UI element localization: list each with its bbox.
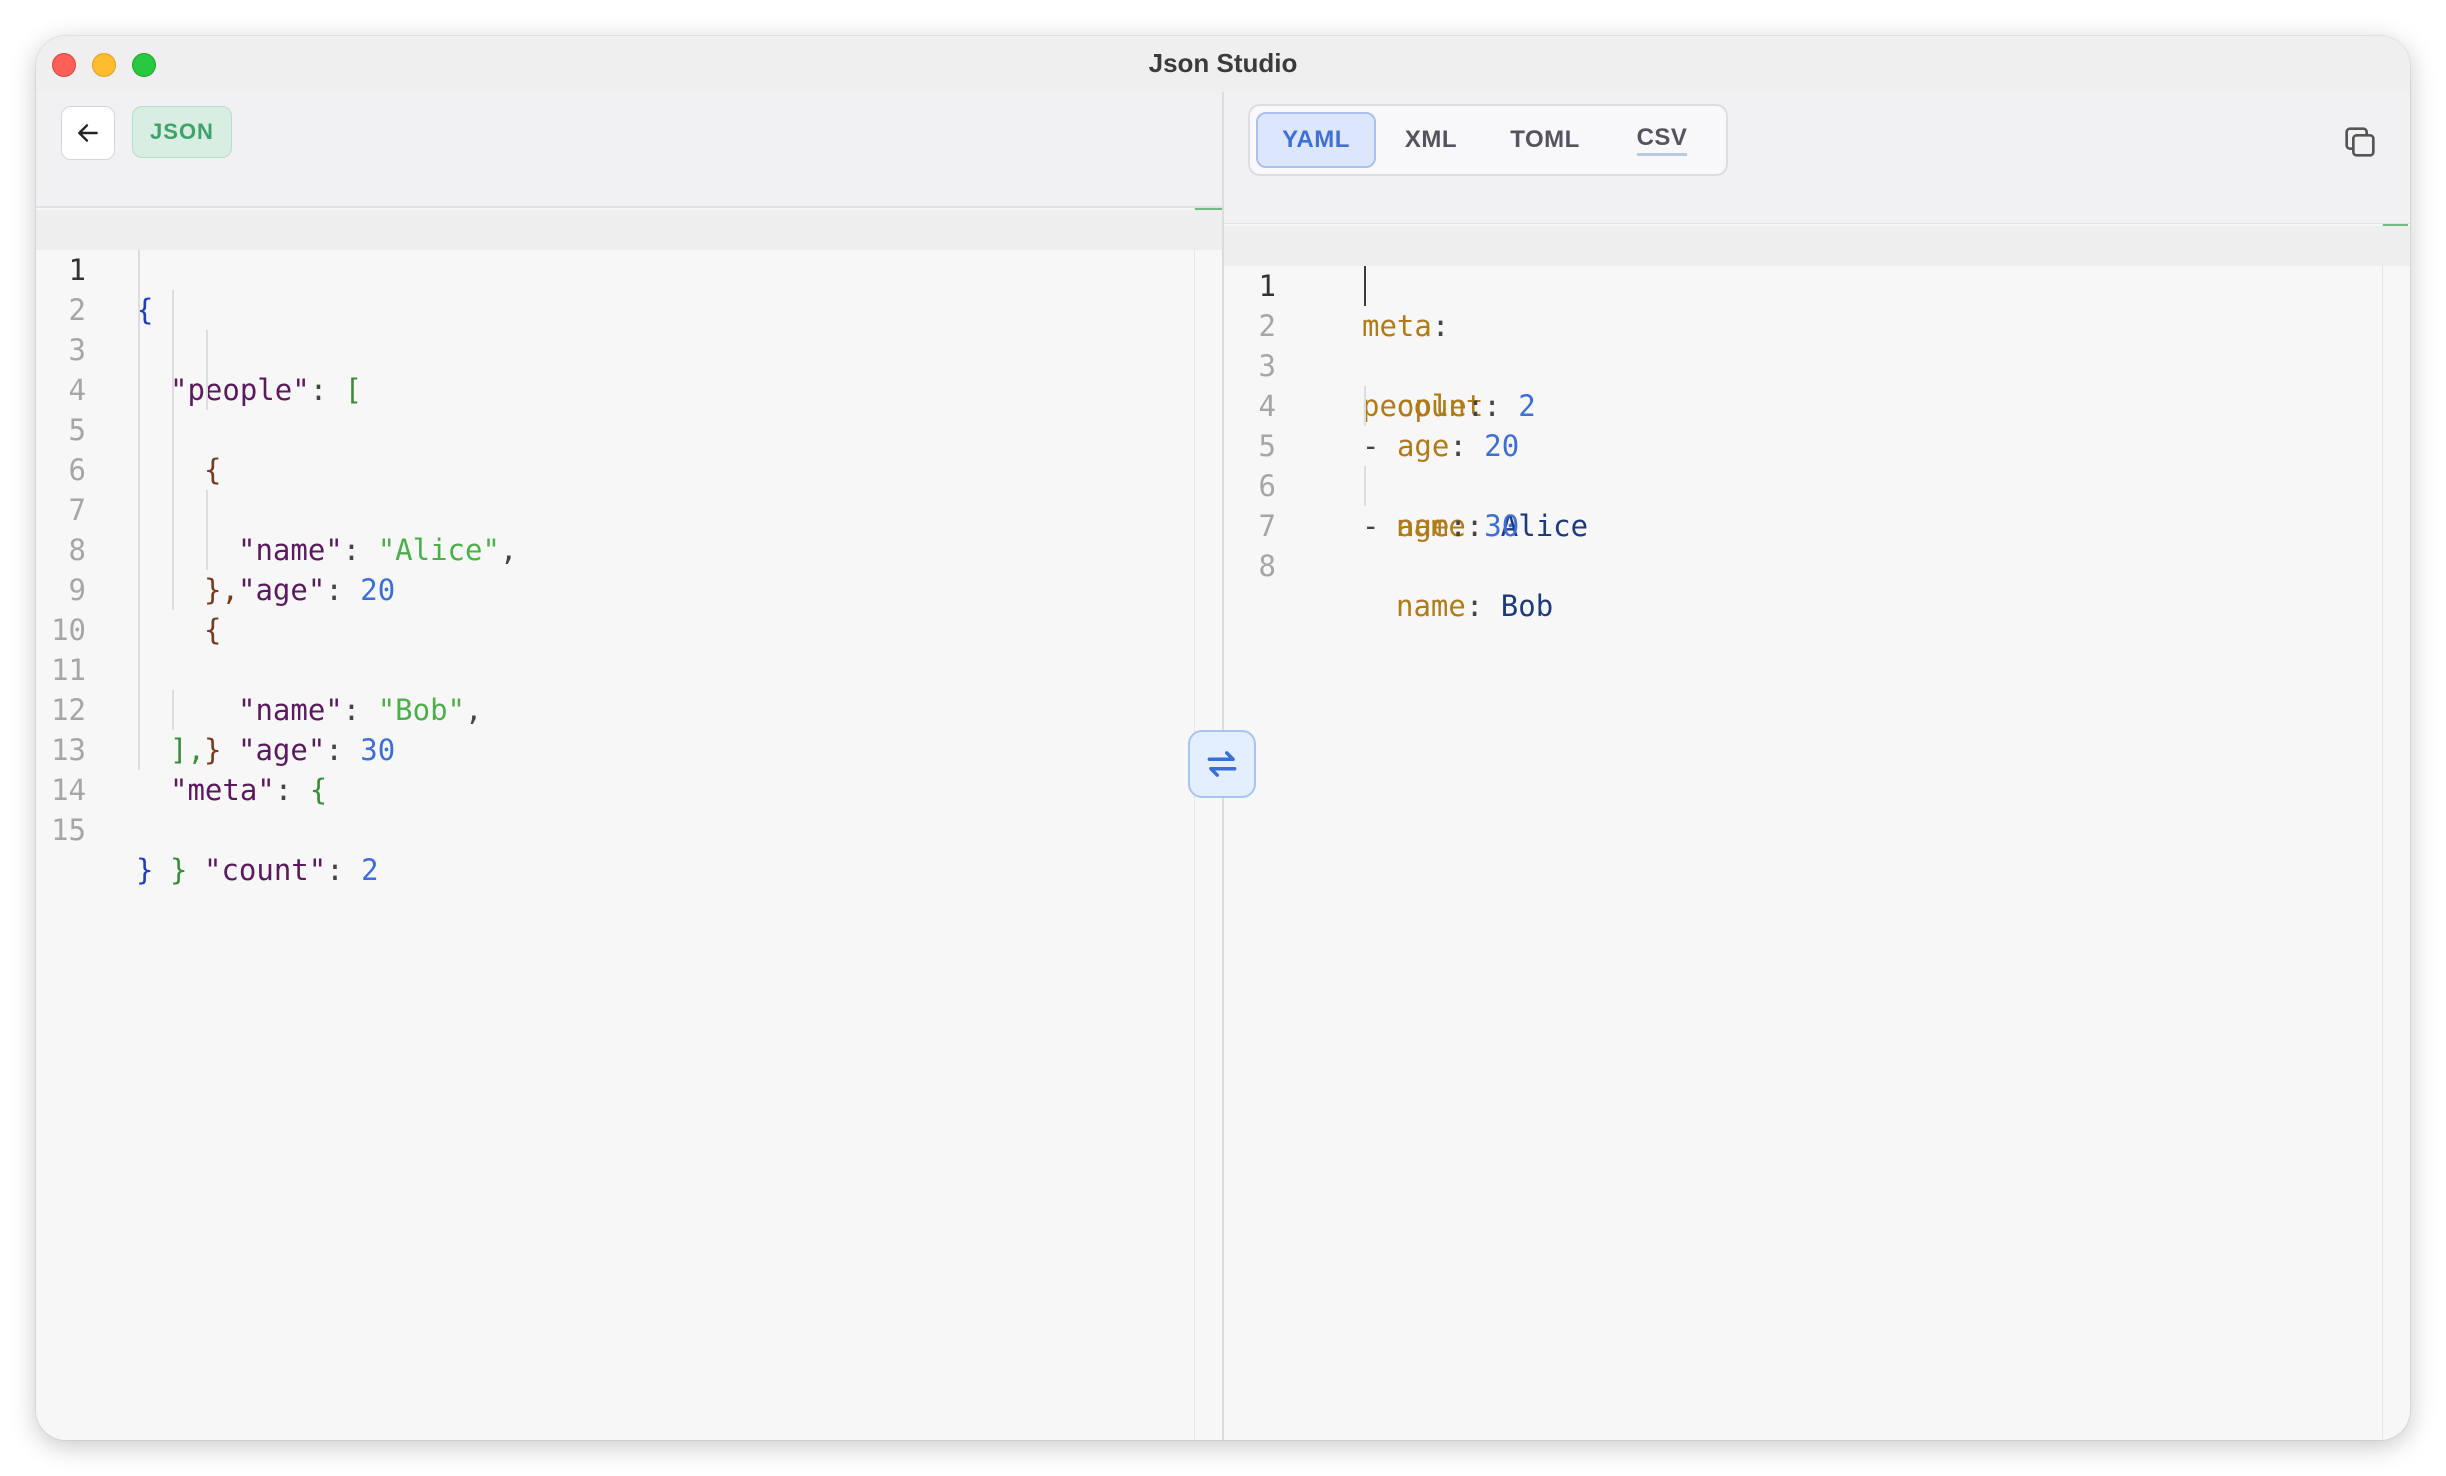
indent-guide bbox=[172, 450, 174, 490]
code-line: 13 "count": 2 bbox=[36, 690, 1222, 887]
indent-guide bbox=[172, 690, 174, 730]
indent-guide bbox=[138, 370, 140, 410]
indent-guide bbox=[138, 610, 140, 650]
back-button[interactable] bbox=[61, 106, 115, 160]
yaml-output-viewer[interactable]: 1 meta: 2 count: 2 3 people: 4 - age: 20… bbox=[1224, 226, 2410, 623]
code-line: 8 bbox=[1224, 506, 2410, 583]
title-bar: Json Studio bbox=[36, 36, 2410, 92]
swap-button[interactable] bbox=[1188, 730, 1256, 798]
code-line: 1 meta: bbox=[1224, 226, 2410, 343]
code-line: 2 "people": [ bbox=[36, 250, 1222, 407]
indent-guide bbox=[206, 370, 208, 410]
indent-guide bbox=[138, 290, 140, 330]
copy-icon bbox=[2345, 127, 2375, 157]
code-line: 4 "name": "Alice", bbox=[36, 330, 1222, 567]
tab-csv-label: CSV bbox=[1636, 124, 1688, 156]
arrow-left-icon bbox=[78, 124, 98, 142]
tab-csv[interactable]: CSV bbox=[1606, 112, 1718, 168]
indent-guide bbox=[138, 650, 140, 690]
tab-yaml[interactable]: YAML bbox=[1256, 112, 1376, 168]
indent-guide bbox=[172, 570, 174, 610]
output-toolbar: YAML XML TOML CSV bbox=[1224, 92, 2410, 224]
indent-guide bbox=[172, 410, 174, 450]
code-line: 7 name: Bob bbox=[1224, 466, 2410, 623]
indent-guide bbox=[172, 330, 174, 370]
indent-guide bbox=[138, 250, 140, 290]
indent-guide bbox=[206, 330, 208, 370]
code-line: 1 { bbox=[36, 210, 1222, 327]
indent-guide bbox=[138, 570, 140, 610]
indent-guide bbox=[206, 490, 208, 530]
code-line: 14 } bbox=[36, 730, 1222, 887]
indent-guide bbox=[138, 450, 140, 490]
swap-arrows-icon bbox=[1207, 751, 1237, 777]
indent-guide bbox=[138, 730, 140, 770]
indent-guide bbox=[172, 290, 174, 330]
format-tabs: YAML XML TOML CSV bbox=[1248, 104, 1728, 176]
indent-guide bbox=[1364, 266, 1366, 306]
json-language-badge[interactable]: JSON bbox=[132, 106, 232, 158]
indent-guide bbox=[172, 530, 174, 570]
code-line: 6 }, bbox=[36, 410, 1222, 607]
indent-guide bbox=[138, 410, 140, 450]
code-line: 5 "age": 20 bbox=[36, 370, 1222, 607]
indent-guide bbox=[1364, 386, 1366, 426]
indent-guide bbox=[172, 490, 174, 530]
tab-xml[interactable]: XML bbox=[1378, 112, 1484, 168]
code-line: 9 "age": 30 bbox=[36, 530, 1222, 767]
code-line: 8 "name": "Bob", bbox=[36, 490, 1222, 727]
code-line: 12 "meta": { bbox=[36, 650, 1222, 807]
code-line: 7 { bbox=[36, 450, 1222, 647]
indent-guide bbox=[206, 530, 208, 570]
code-line: 2 count: 2 bbox=[1224, 266, 2410, 423]
indent-guide bbox=[138, 330, 140, 370]
token: name bbox=[1396, 589, 1466, 623]
token: 2 bbox=[361, 853, 379, 887]
code-line: 5 name: Alice bbox=[1224, 386, 2410, 543]
line-number: 15 bbox=[51, 813, 86, 847]
indent-guide bbox=[138, 690, 140, 730]
code-line: 15 } bbox=[36, 770, 1222, 887]
indent-guide bbox=[172, 370, 174, 410]
token: } bbox=[136, 853, 154, 887]
code-line: 3 people: bbox=[1224, 306, 2410, 423]
token: "count" bbox=[204, 853, 327, 887]
indent-guide bbox=[138, 490, 140, 530]
editor-toolbar: JSON bbox=[36, 92, 1222, 208]
indent-guide bbox=[138, 530, 140, 570]
code-line: 4 - age: 20 bbox=[1224, 346, 2410, 463]
app-window: Json Studio JSON 1 { 2 "people": [3 {4… bbox=[36, 36, 2410, 1440]
line-number: 8 bbox=[1258, 549, 1276, 583]
output-pane: YAML XML TOML CSV 1 meta: 2 count: 2 3 p… bbox=[1224, 92, 2410, 1440]
window-title: Json Studio bbox=[1148, 48, 1298, 78]
code-line: 3 { bbox=[36, 290, 1222, 487]
code-line: 11 ], bbox=[36, 610, 1222, 767]
tab-toml[interactable]: TOML bbox=[1486, 112, 1604, 168]
copy-button[interactable] bbox=[2340, 122, 2380, 162]
json-editor-pane: JSON 1 { 2 "people": [ 3 { 4 "name": "Al… bbox=[36, 92, 1222, 1440]
token: Bob bbox=[1500, 589, 1554, 623]
indent-guide bbox=[1364, 466, 1366, 506]
json-code-editor[interactable]: 1 { 2 "people": [ 3 { 4 "name": "Alice", bbox=[36, 210, 1222, 887]
code-line: 6 - age: 30 bbox=[1224, 426, 2410, 543]
token: : bbox=[326, 853, 344, 887]
code-line: 10 } bbox=[36, 570, 1222, 767]
token: : bbox=[1465, 589, 1484, 623]
